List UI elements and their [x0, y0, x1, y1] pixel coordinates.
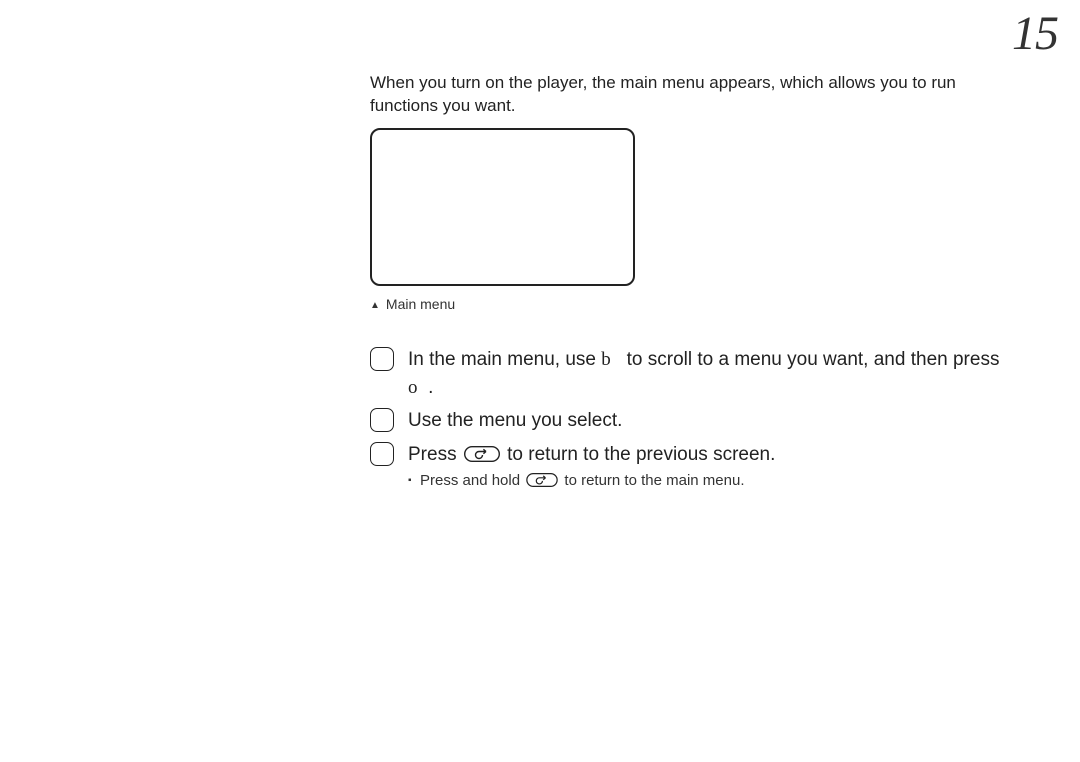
scroll-glyph: b [601, 349, 611, 370]
substep-text-b: to return to the main menu. [564, 472, 744, 489]
step-2: Use the menu you select. [370, 407, 1010, 435]
step-3-text-a: Press [408, 444, 462, 465]
main-menu-screenshot-placeholder [370, 128, 635, 286]
intro-paragraph: When you turn on the player, the main me… [370, 72, 1020, 118]
step-1: In the main menu, use b to scroll to a m… [370, 346, 1010, 401]
return-button-icon [526, 473, 558, 487]
steps-list: In the main menu, use b to scroll to a m… [370, 346, 1010, 492]
step-number-box-2 [370, 408, 394, 432]
step-3-substep: Press and hold to return to the main men… [370, 470, 1010, 492]
page: 15 When you turn on the player, the main… [0, 0, 1080, 762]
step-number-box-1 [370, 347, 394, 371]
step-3: Press to return to the previous screen. [370, 441, 1010, 469]
caption-marker-icon: ▲ [370, 300, 380, 311]
page-number: 15 [1012, 6, 1058, 61]
step-1-text-c: . [428, 377, 433, 398]
screenshot-caption: ▲ Main menu [370, 296, 455, 312]
step-1-text-b: to scroll to a menu you want, and then p… [621, 349, 999, 370]
return-button-icon [464, 446, 500, 462]
step-number-box-3 [370, 442, 394, 466]
step-2-text: Use the menu you select. [408, 410, 622, 431]
substep-text-a: Press and hold [420, 472, 524, 489]
step-3-text-b: to return to the previous screen. [507, 444, 775, 465]
caption-text: Main menu [386, 296, 455, 312]
ok-glyph: o [408, 377, 418, 398]
step-1-text-a: In the main menu, use [408, 349, 601, 370]
